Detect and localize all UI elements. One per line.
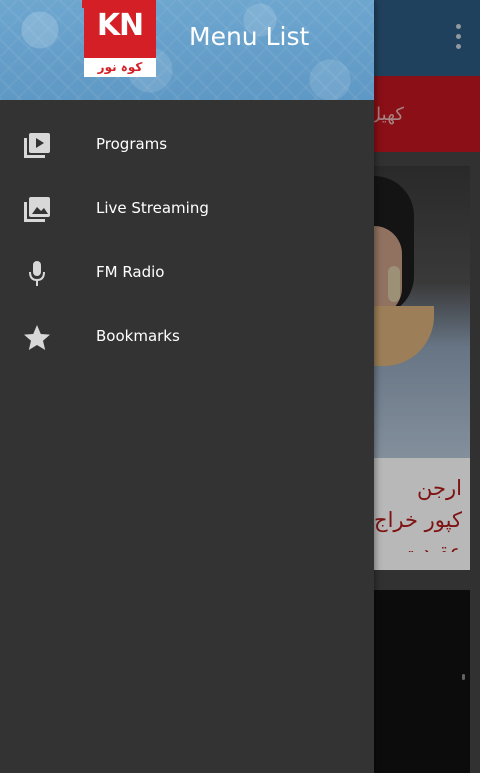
- menu-item-bookmarks[interactable]: Bookmarks: [0, 305, 374, 369]
- microphone-icon: [22, 260, 52, 288]
- drawer-header: KN کوہ نور Menu List: [0, 0, 374, 100]
- drawer-title: Menu List: [189, 22, 310, 51]
- star-icon: [22, 324, 52, 352]
- menu-item-label: Live Streaming: [96, 199, 209, 217]
- menu-item-programs[interactable]: Programs: [0, 113, 374, 177]
- photo-library-icon: [22, 196, 52, 224]
- navigation-drawer: KN کوہ نور Menu List Programs Live Strea…: [0, 0, 374, 773]
- logo-subtitle: کوہ نور: [84, 58, 156, 77]
- menu-item-live-streaming[interactable]: Live Streaming: [0, 177, 374, 241]
- kohenoor-logo: KN کوہ نور: [82, 0, 156, 77]
- logo-letters: KN: [96, 8, 144, 43]
- video-library-icon: [22, 132, 52, 160]
- drawer-menu: Programs Live Streaming FM Radio Bookmar…: [0, 113, 374, 369]
- menu-item-label: Programs: [96, 135, 168, 153]
- drawer-scrim[interactable]: [374, 0, 480, 773]
- menu-item-label: Bookmarks: [96, 327, 180, 345]
- menu-item-label: FM Radio: [96, 263, 165, 281]
- menu-item-fm-radio[interactable]: FM Radio: [0, 241, 374, 305]
